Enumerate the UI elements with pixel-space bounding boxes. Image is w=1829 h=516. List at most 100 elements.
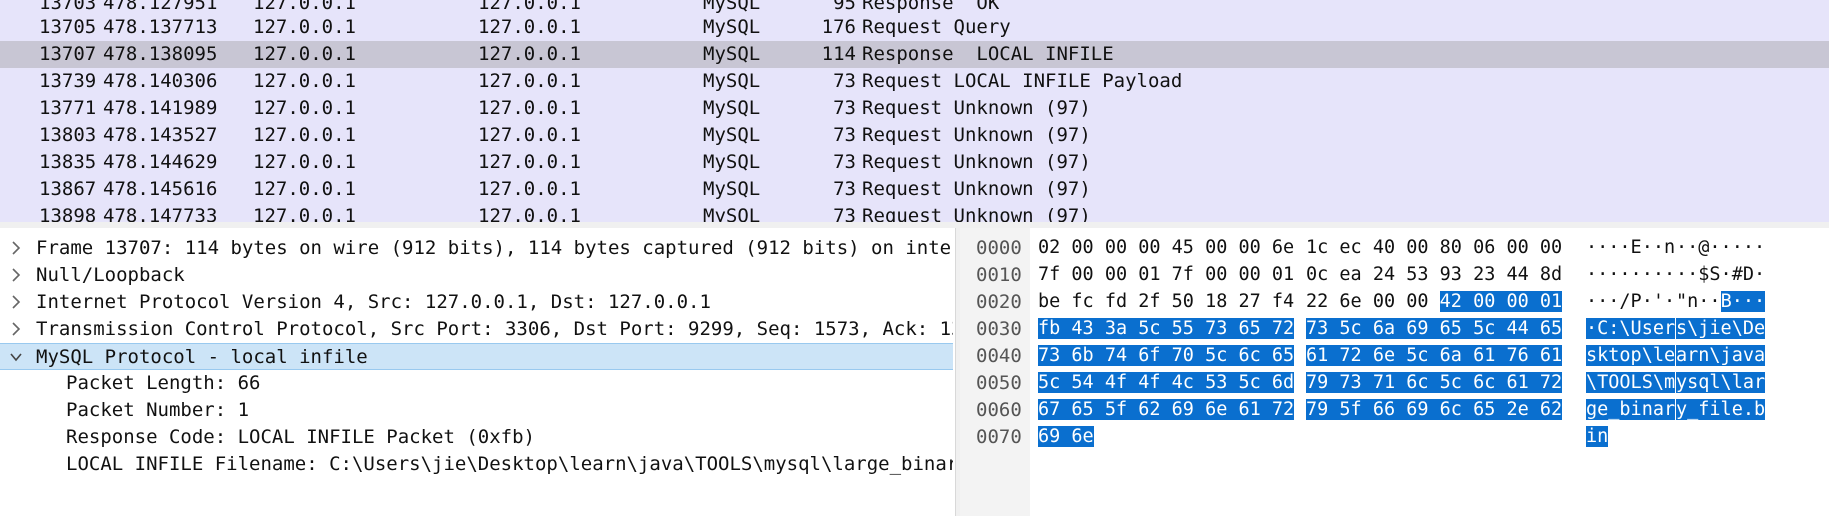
tree-item-frame[interactable]: Frame 13707: 114 bytes on wire (912 bits… xyxy=(0,235,953,262)
ascii-bytes-highlighted[interactable]: \TOOLS\m xyxy=(1586,372,1676,393)
hex-bytes-highlighted: 42 00 00 01 xyxy=(1439,291,1563,312)
ascii-bytes[interactable]: ········ xyxy=(1586,264,1675,285)
ascii-bytes-highlighted[interactable]: sktop\le xyxy=(1586,345,1676,366)
hex-bytes-highlighted[interactable]: 69 6e xyxy=(1038,426,1094,447)
packet-info: Response OK xyxy=(862,0,1000,14)
tree-item-label: LOCAL INFILE Filename: C:\Users\jie\Desk… xyxy=(66,453,953,475)
hex-bytes-highlighted[interactable]: 73 5c 6a 69 65 5c 44 65 xyxy=(1306,318,1563,339)
hex-bytes-highlighted[interactable]: 5c 54 4f 4f 4c 53 5c 6d xyxy=(1038,372,1295,393)
packet-row[interactable]: 13803 478.143527 127.0.0.1 127.0.0.1 MyS… xyxy=(0,122,1829,149)
packet-list[interactable]: 13703 478.127951 127.0.0.1 127.0.0.1 MyS… xyxy=(0,0,1829,222)
packet-no: 13835 xyxy=(39,151,97,173)
packet-info: Request Unknown (97) xyxy=(862,97,1091,119)
packet-row[interactable]: 13867 478.145616 127.0.0.1 127.0.0.1 MyS… xyxy=(0,176,1829,203)
hex-bytes[interactable]: 1c ec 40 00 80 06 00 00 xyxy=(1306,237,1562,258)
packet-protocol: MySQL xyxy=(703,97,761,119)
hex-bytes[interactable]: 02 00 00 00 45 00 00 6e xyxy=(1038,237,1294,258)
packet-no: 13707 xyxy=(39,43,97,65)
packet-source: 127.0.0.1 xyxy=(253,151,356,173)
ascii-bytes-highlighted[interactable]: ysql\lar xyxy=(1676,372,1766,393)
ascii-bytes[interactable]: "n··B··· xyxy=(1676,291,1766,312)
packet-destination: 127.0.0.1 xyxy=(478,70,581,92)
packet-length: 114 xyxy=(821,43,856,65)
packet-destination: 127.0.0.1 xyxy=(478,43,581,65)
bytes-row[interactable]: 0050 5c 54 4f 4f 4c 53 5c 6d 79 73 71 6c… xyxy=(960,370,1829,397)
packet-bytes-pane[interactable]: 0000 02 00 00 00 45 00 00 6e 1c ec 40 00… xyxy=(960,228,1829,516)
tree-item-mysql-selected[interactable]: MySQL Protocol - local infile xyxy=(0,343,953,370)
packet-time: 478.141989 xyxy=(103,97,218,119)
packet-time: 478.137713 xyxy=(103,16,218,38)
packet-length: 176 xyxy=(821,16,856,38)
ascii-bytes[interactable]: ····E··n xyxy=(1586,237,1675,258)
byte-offset: 0060 xyxy=(976,399,1022,421)
packet-length: 73 xyxy=(833,124,856,146)
packet-source: 127.0.0.1 xyxy=(253,124,356,146)
tree-item-label: MySQL Protocol - local infile xyxy=(36,346,368,368)
packet-details-tree[interactable]: Frame 13707: 114 bytes on wire (912 bits… xyxy=(0,228,955,516)
tree-item-null-loopback[interactable]: Null/Loopback xyxy=(0,262,953,289)
packet-destination: 127.0.0.1 xyxy=(478,151,581,173)
hex-bytes-highlighted[interactable]: 79 73 71 6c 5c 6c 61 72 xyxy=(1306,372,1563,393)
chevron-right-icon[interactable] xyxy=(8,266,24,284)
hex-bytes[interactable]: 0c ea 24 53 93 23 44 8d xyxy=(1306,264,1562,285)
hex-bytes-highlighted[interactable]: fb 43 3a 5c 55 73 65 72 xyxy=(1038,318,1295,339)
ascii-bytes-highlighted[interactable]: in xyxy=(1586,426,1609,447)
chevron-right-icon[interactable] xyxy=(8,239,24,257)
bytes-row[interactable]: 0000 02 00 00 00 45 00 00 6e 1c ec 40 00… xyxy=(960,235,1829,262)
packet-info: Request Unknown (97) xyxy=(862,205,1091,222)
chevron-right-icon[interactable] xyxy=(8,320,24,338)
tree-item-packet-number[interactable]: Packet Number: 1 xyxy=(0,397,953,424)
packet-row[interactable]: 13705 478.137713 127.0.0.1 127.0.0.1 MyS… xyxy=(0,14,1829,41)
chevron-down-icon[interactable] xyxy=(8,348,24,366)
bytes-row[interactable]: 0030 fb 43 3a 5c 55 73 65 72 73 5c 6a 69… xyxy=(960,316,1829,343)
ascii-bytes-highlighted[interactable]: ·C:\User xyxy=(1586,318,1676,339)
bytes-row[interactable]: 0040 73 6b 74 6f 70 5c 6c 65 61 72 6e 5c… xyxy=(960,343,1829,370)
tree-item-packet-length[interactable]: Packet Length: 66 xyxy=(0,370,953,397)
packet-source: 127.0.0.1 xyxy=(253,16,356,38)
packet-time: 478.144629 xyxy=(103,151,218,173)
ascii-bytes-highlighted[interactable]: ge_binar xyxy=(1586,399,1676,420)
hex-bytes-highlighted[interactable]: 67 65 5f 62 69 6e 61 72 xyxy=(1038,399,1295,420)
ascii-bytes-highlighted[interactable]: arn\java xyxy=(1676,345,1766,366)
packet-info: Request Query xyxy=(862,16,1011,38)
byte-offset: 0070 xyxy=(976,426,1022,448)
hex-bytes-highlighted[interactable]: 73 6b 74 6f 70 5c 6c 65 xyxy=(1038,345,1295,366)
packet-no: 13803 xyxy=(39,124,97,146)
tree-item-ipv4[interactable]: Internet Protocol Version 4, Src: 127.0.… xyxy=(0,289,953,316)
bytes-row[interactable]: 0060 67 65 5f 62 69 6e 61 72 79 5f 66 69… xyxy=(960,397,1829,424)
hex-bytes-highlighted[interactable]: 79 5f 66 69 6c 65 2e 62 xyxy=(1306,399,1563,420)
packet-source: 127.0.0.1 xyxy=(253,178,356,200)
packet-destination: 127.0.0.1 xyxy=(478,178,581,200)
ascii-bytes-highlighted[interactable]: y_file.b xyxy=(1676,399,1766,420)
ascii-bytes[interactable]: ··$S·#D· xyxy=(1676,264,1765,285)
hex-bytes[interactable]: 22 6e 00 00 42 00 00 01 xyxy=(1306,291,1563,312)
ascii-bytes[interactable]: ··@····· xyxy=(1676,237,1765,258)
packet-source: 127.0.0.1 xyxy=(253,97,356,119)
tree-item-tcp[interactable]: Transmission Control Protocol, Src Port:… xyxy=(0,316,953,343)
tree-item-label: Transmission Control Protocol, Src Port:… xyxy=(36,318,953,340)
tree-item-label: Response Code: LOCAL INFILE Packet (0xfb… xyxy=(66,426,535,448)
bytes-row[interactable]: 0070 69 6e in xyxy=(960,424,1829,451)
packet-row[interactable]: 13835 478.144629 127.0.0.1 127.0.0.1 MyS… xyxy=(0,149,1829,176)
packet-no: 13771 xyxy=(39,97,97,119)
ascii-bytes[interactable]: ···/P·'· xyxy=(1586,291,1675,312)
packet-source: 127.0.0.1 xyxy=(253,43,356,65)
packet-time: 478.140306 xyxy=(103,70,218,92)
hex-bytes-highlighted[interactable]: 61 72 6e 5c 6a 61 76 61 xyxy=(1306,345,1563,366)
tree-item-label: Packet Length: 66 xyxy=(66,372,261,394)
packet-protocol: MySQL xyxy=(703,124,761,146)
bytes-row[interactable]: 0010 7f 00 00 01 7f 00 00 01 0c ea 24 53… xyxy=(960,262,1829,289)
chevron-right-icon[interactable] xyxy=(8,293,24,311)
packet-row-selected[interactable]: 13707 478.138095 127.0.0.1 127.0.0.1 MyS… xyxy=(0,41,1829,68)
tree-item-local-infile-filename[interactable]: LOCAL INFILE Filename: C:\Users\jie\Desk… xyxy=(0,451,953,478)
hex-bytes[interactable]: 7f 00 00 01 7f 00 00 01 xyxy=(1038,264,1294,285)
hex-bytes-plain: 22 6e 00 00 xyxy=(1306,291,1440,312)
packet-row[interactable]: 13898 478.147733 127.0.0.1 127.0.0.1 MyS… xyxy=(0,203,1829,222)
tree-item-response-code[interactable]: Response Code: LOCAL INFILE Packet (0xfb… xyxy=(0,424,953,451)
packet-row[interactable]: 13771 478.141989 127.0.0.1 127.0.0.1 MyS… xyxy=(0,95,1829,122)
packet-row[interactable]: 13739 478.140306 127.0.0.1 127.0.0.1 MyS… xyxy=(0,68,1829,95)
ascii-bytes-highlighted[interactable]: s\jie\De xyxy=(1676,318,1766,339)
hex-bytes[interactable]: be fc fd 2f 50 18 27 f4 xyxy=(1038,291,1294,312)
bytes-row[interactable]: 0020 be fc fd 2f 50 18 27 f4 22 6e 00 00… xyxy=(960,289,1829,316)
packet-protocol: MySQL xyxy=(703,205,761,222)
